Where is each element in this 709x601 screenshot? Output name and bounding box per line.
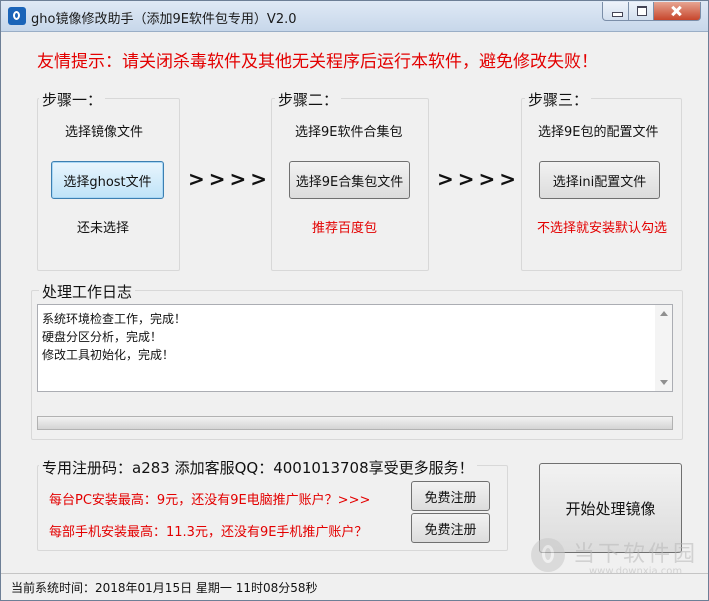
warning-message: 友情提示：请关闭杀毒软件及其他无关程序后运行本软件，避免修改失败！ xyxy=(37,52,598,72)
arrow-separator-one: >>>> xyxy=(188,167,272,191)
step-one-status: 还未选择 xyxy=(77,221,130,236)
pc-promo-text: 每台PC安装最高：9元，还没有9E电脑推广账户？>>> xyxy=(49,493,371,508)
window-title: gho镜像修改助手（添加9E软件包专用）V2.0 xyxy=(31,12,297,27)
maximize-button[interactable] xyxy=(628,2,654,21)
app-window: gho镜像修改助手（添加9E软件包专用）V2.0 友情提示：请关闭杀毒软件及其他… xyxy=(0,0,709,601)
select-ghost-file-button[interactable]: 选择ghost文件 xyxy=(51,161,164,199)
step-three-description: 选择9E包的配置文件 xyxy=(538,125,659,140)
close-button[interactable] xyxy=(653,2,701,21)
arrow-separator-two: >>>> xyxy=(437,167,521,191)
app-logo-icon xyxy=(8,7,26,25)
watermark-name: 当下软件园 xyxy=(573,542,699,567)
pc-free-register-button[interactable]: 免费注册 xyxy=(411,481,490,511)
scroll-down-icon[interactable] xyxy=(660,380,668,385)
step-one-description: 选择镜像文件 xyxy=(65,125,144,140)
step-three-title: 步骤三： xyxy=(525,89,592,110)
log-textbox[interactable]: 系统环境检查工作，完成！ 硬盘分区分析，完成！ 修改工具初始化，完成！ xyxy=(37,304,673,392)
title-bar[interactable]: gho镜像修改助手（添加9E软件包专用）V2.0 xyxy=(1,1,708,32)
progress-bar xyxy=(37,416,673,430)
log-line: 修改工具初始化，完成！ xyxy=(42,348,175,362)
minimize-button[interactable] xyxy=(602,2,629,21)
step-two-description: 选择9E软件合集包 xyxy=(295,125,403,140)
mobile-free-register-button[interactable]: 免费注册 xyxy=(411,513,490,543)
log-title: 处理工作日志 xyxy=(39,281,136,302)
register-title: 专用注册码：a283 添加客服QQ：4001013708享受更多服务！ xyxy=(39,457,477,478)
select-ini-config-button[interactable]: 选择ini配置文件 xyxy=(539,161,660,199)
log-scrollbar[interactable] xyxy=(655,305,672,391)
log-line: 硬盘分区分析，完成！ xyxy=(42,330,163,344)
system-time-text: 当前系统时间：2018年01月15日 星期一 11时08分58秒 xyxy=(11,581,318,595)
select-9e-package-button[interactable]: 选择9E合集包文件 xyxy=(289,161,410,199)
step-three-status: 不选择就安装默认勾选 xyxy=(537,221,668,236)
step-two-title: 步骤二： xyxy=(275,89,342,110)
step-one-title: 步骤一： xyxy=(39,89,106,110)
step-two-status: 推荐百度包 xyxy=(312,221,378,236)
scroll-up-icon[interactable] xyxy=(660,311,668,316)
status-bar: 当前系统时间：2018年01月15日 星期一 11时08分58秒 xyxy=(1,573,708,600)
mobile-promo-text: 每部手机安装最高：11.3元，还没有9E手机推广账户？ xyxy=(49,525,368,540)
downxia-logo-icon xyxy=(531,538,565,572)
log-line: 系统环境检查工作，完成！ xyxy=(42,312,187,326)
